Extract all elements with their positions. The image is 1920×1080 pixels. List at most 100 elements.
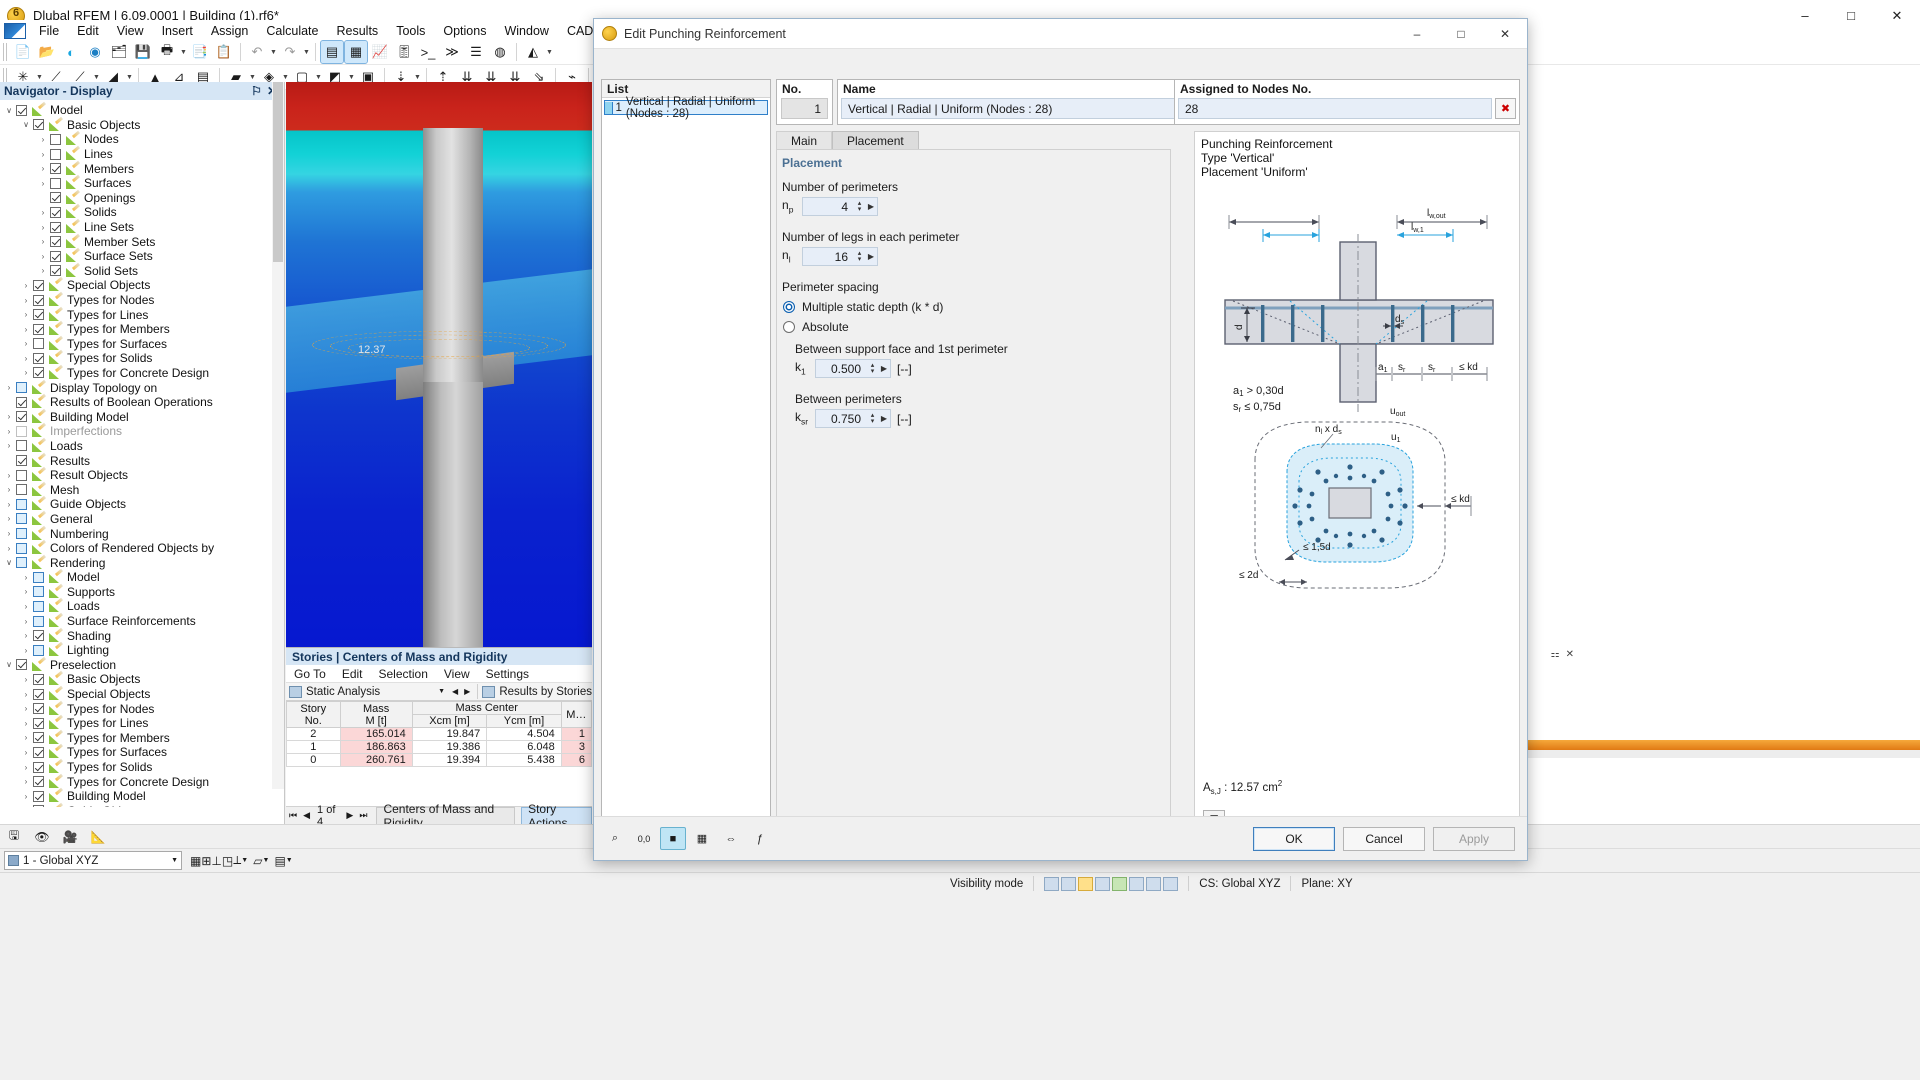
tree-checkbox[interactable] [33,790,44,802]
cloud-open-icon[interactable]: ◐ [60,41,82,63]
expander-icon[interactable]: › [19,310,33,319]
expander-icon[interactable]: ∨ [2,106,16,115]
legs-spin-icon[interactable]: ▴ ▾ [854,250,865,263]
tree-item-types-for-nodes[interactable]: › Types for Nodes [0,293,284,308]
tree-item-basic-objects[interactable]: › Basic Objects [0,672,284,687]
dialog-close-button[interactable]: ✕ [1483,19,1527,49]
tree-item-numbering[interactable]: › Numbering [0,526,284,541]
expander-icon[interactable]: › [19,602,33,611]
tree-item-building-model[interactable]: › Building Model [0,409,284,424]
expander-icon[interactable]: › [19,573,33,582]
color-legend-icon[interactable]: 🎚 [393,41,415,63]
expander-icon[interactable]: › [19,587,33,596]
tree-item-results-of-boolean-operations[interactable]: Results of Boolean Operations [0,395,284,410]
ksr-spin-icon[interactable]: ▴ ▾ [867,412,878,425]
list-icon[interactable]: ☰ [465,41,487,63]
render-icon[interactable]: ■ [660,827,686,850]
next-result-icon[interactable]: ▶ [461,687,473,696]
menu-file[interactable]: File [30,21,68,41]
tree-checkbox[interactable] [16,659,27,671]
tree-checkbox[interactable] [16,528,27,540]
camera-icon[interactable]: 🎥 [57,826,83,848]
tree-checkbox[interactable] [33,761,44,773]
chevron-down-icon[interactable]: ▼ [438,688,449,695]
plane-icon[interactable]: ▱ [253,854,262,868]
apply-button[interactable]: Apply [1433,826,1515,851]
expander-icon[interactable]: › [2,427,16,436]
stories-menu-selection[interactable]: Selection [371,667,436,681]
table-cell[interactable]: 260.761 [339,753,413,767]
analysis-type-combo[interactable]: Static Analysis ▼ [286,685,449,698]
tab-centers-of-mass[interactable]: Centers of Mass and Rigidity [376,802,516,830]
surface-dropdown-icon[interactable]: ▼ [545,41,554,63]
expander-icon[interactable]: › [19,719,33,728]
dropdown-icon-b3[interactable]: ▼ [286,857,298,864]
menu-tools[interactable]: Tools [387,21,434,41]
open-file-icon[interactable]: 📂 [36,41,58,63]
tree-checkbox[interactable] [33,673,44,685]
name-input[interactable]: Vertical | Radial | Uniform (Nodes : 28) [841,98,1219,119]
table-cell[interactable]: 19.847 [411,727,488,741]
tree-checkbox[interactable] [33,630,44,642]
prev-result-icon[interactable]: ◀ [449,687,461,696]
tree-checkbox[interactable] [50,192,61,204]
radio-absolute-icon[interactable] [783,321,795,333]
tree-item-openings[interactable]: Openings [0,191,284,206]
expander-icon[interactable]: › [36,179,50,188]
table-cell[interactable]: 19.394 [411,753,488,767]
expander-icon[interactable]: › [19,690,33,699]
tree-checkbox[interactable] [50,206,61,218]
prev-page-icon[interactable]: ◀ [300,810,313,821]
tree-item-surface-reinforcements[interactable]: › Surface Reinforcements [0,614,284,629]
assigned-pick-icon[interactable]: ✖ [1495,98,1516,119]
last-page-icon[interactable]: ⏭ [356,810,370,821]
ruler-icon[interactable]: 📐 [85,826,111,848]
tree-item-line-sets[interactable]: › Line Sets [0,220,284,235]
tree-item-general[interactable]: › General [0,512,284,527]
status-dim-icon[interactable] [1146,876,1162,891]
tree-item-types-for-surfaces[interactable]: › Types for Surfaces [0,745,284,760]
ksr-more-icon[interactable]: ▶ [878,414,890,423]
project-icon[interactable]: 🗂 [108,41,130,63]
tree-item-model[interactable]: › Model [0,570,284,585]
expander-icon[interactable]: › [19,281,33,290]
dialog-maximize-button[interactable]: □ [1439,19,1483,49]
redo-icon[interactable]: ↷ [279,41,301,63]
tree-item-display-topology-on[interactable]: › Display Topology on [0,380,284,395]
tree-checkbox[interactable] [33,571,44,583]
tree-item-loads[interactable]: › Loads [0,439,284,454]
next-page-icon[interactable]: ▶ [343,810,356,821]
expander-icon[interactable]: › [36,223,50,232]
table-cell[interactable]: 1 [286,740,341,754]
expander-icon[interactable]: › [36,164,50,173]
dimension-icon[interactable]: ⇔ [718,827,744,850]
tree-checkbox[interactable] [33,776,44,788]
table-row[interactable]: 0 260.761 19.394 5.438 6 [286,753,593,767]
formula-icon[interactable]: ƒ [747,827,773,850]
table-cell[interactable]: 19.386 [411,740,488,754]
tree-checkbox[interactable] [33,688,44,700]
print-icon[interactable]: 🖶 [156,41,178,63]
tree-checkbox[interactable] [50,265,61,277]
report-icon[interactable]: 📋 [213,41,235,63]
tree-checkbox[interactable] [50,250,61,262]
surface-select-icon[interactable]: ◭ [522,41,544,63]
numeric-icon[interactable]: 0,0 [631,827,657,850]
console-icon[interactable]: >_ [417,41,439,63]
expander-icon[interactable]: › [19,733,33,742]
tree-item-solid-sets[interactable]: › Solid Sets [0,264,284,279]
navigator-panel-icon[interactable]: ▤ [320,40,344,64]
status-polar-icon[interactable] [1112,876,1128,891]
diagram-icon[interactable]: 📈 [369,41,391,63]
table-cell[interactable]: 3 [560,740,593,754]
expander-icon[interactable]: › [36,266,50,275]
expander-icon[interactable]: › [2,500,16,509]
expander-icon[interactable]: › [19,296,33,305]
tree-item-guide-objects[interactable]: › Guide Objects [0,804,284,807]
tree-checkbox[interactable] [16,411,27,423]
printout-report-icon[interactable]: 📑 [189,41,211,63]
tree-item-member-sets[interactable]: › Member Sets [0,234,284,249]
table-cell[interactable]: 2 [286,727,341,741]
radio-absolute[interactable]: Absolute [777,317,1170,337]
tree-checkbox[interactable] [33,805,44,807]
